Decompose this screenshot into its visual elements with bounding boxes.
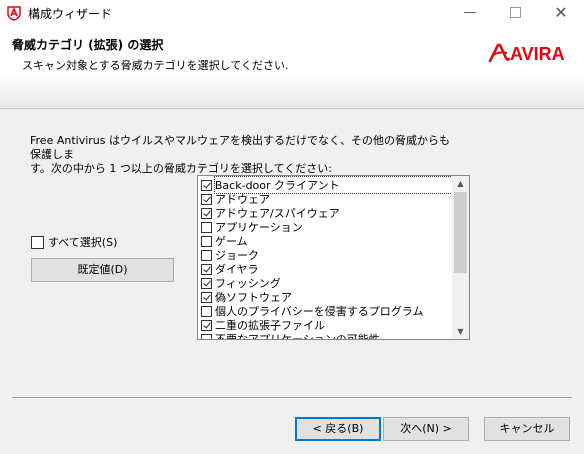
category-checkbox[interactable]	[201, 235, 212, 247]
select-all-checkbox[interactable]: すべて選択(S)	[31, 234, 117, 250]
scroll-down-icon[interactable]: ▼	[452, 324, 469, 339]
category-item[interactable]: ゲーム	[199, 234, 452, 248]
category-checkbox[interactable]	[201, 277, 212, 289]
category-item[interactable]: ジョーク	[199, 248, 452, 262]
threat-category-items: Back-door クライアント アドウェア アドウェア/スパイウェア アプリケーショ…	[199, 176, 454, 340]
category-item[interactable]: ダイヤラ	[199, 262, 452, 276]
category-checkbox[interactable]	[201, 221, 212, 233]
page-title: 脅威カテゴリ (拡張) の選択	[12, 38, 164, 52]
category-item[interactable]: 不要なアプリケーションの可能性	[199, 332, 452, 340]
description: Free Antivirus はウイルスやマルウェアを検出するだけでなく、その他…	[30, 134, 450, 176]
back-button[interactable]: < 戻る(B)	[295, 417, 381, 441]
category-item[interactable]: 偽ソフトウェア	[199, 290, 452, 304]
defaults-button-label: 既定値(D)	[77, 263, 128, 276]
close-button[interactable]: ✕	[538, 0, 584, 26]
category-item[interactable]: フィッシング	[199, 276, 452, 290]
scroll-thumb[interactable]	[454, 192, 467, 273]
category-checkbox[interactable]	[201, 193, 212, 205]
footer-separator	[12, 397, 572, 399]
category-label: 不要なアプリケーションの可能性	[215, 333, 380, 340]
category-item[interactable]: アプリケーション	[199, 220, 452, 234]
category-checkbox[interactable]	[201, 305, 212, 317]
avira-logo: AVIRA	[488, 43, 565, 64]
next-button[interactable]: 次へ(N) >	[383, 417, 469, 441]
close-icon: ✕	[554, 3, 568, 22]
description-line1: Free Antivirus はウイルスやマルウェアを検出するだけでなく、その他…	[30, 134, 450, 161]
title-bar: 構成ウィザード — ✕	[0, 0, 584, 26]
window-title: 構成ウィザード	[28, 7, 113, 21]
category-checkbox[interactable]	[201, 319, 212, 331]
category-checkbox[interactable]	[201, 207, 212, 219]
category-item[interactable]: 二重の拡張子ファイル	[199, 318, 452, 332]
avira-app-icon	[7, 6, 21, 21]
page-subtitle: スキャン対象とする脅威カテゴリを選択してください.	[22, 59, 289, 72]
cancel-button-label: キャンセル	[499, 422, 555, 435]
next-button-label: 次へ(N) >	[400, 422, 452, 435]
category-checkbox[interactable]	[201, 291, 212, 303]
category-item[interactable]: アドウェア/スパイウェア	[199, 206, 452, 220]
minimize-icon: —	[463, 5, 477, 20]
category-checkbox[interactable]	[201, 333, 212, 339]
scroll-up-icon[interactable]: ▲	[452, 176, 469, 191]
threat-category-list[interactable]: Back-door クライアント アドウェア アドウェア/スパイウェア アプリケーショ…	[197, 175, 470, 340]
cancel-button[interactable]: キャンセル	[484, 417, 570, 441]
category-item[interactable]: 個人のプライバシーを侵害するプログラム	[199, 304, 452, 318]
svg-text:AVIRA: AVIRA	[510, 44, 565, 64]
maximize-button[interactable]	[492, 0, 538, 26]
select-all-check-box[interactable]	[31, 235, 44, 249]
defaults-button[interactable]: 既定値(D)	[31, 258, 174, 282]
category-checkbox[interactable]	[201, 179, 212, 191]
back-button-label: < 戻る(B)	[312, 422, 364, 435]
wizard-header: 脅威カテゴリ (拡張) の選択 スキャン対象とする脅威カテゴリを選択してください…	[0, 26, 584, 109]
list-scrollbar[interactable]: ▲ ▼	[452, 176, 469, 339]
category-checkbox[interactable]	[201, 249, 212, 261]
category-item[interactable]: アドウェア	[199, 192, 452, 206]
minimize-button[interactable]: —	[447, 0, 493, 26]
select-all-label: すべて選択(S)	[48, 236, 118, 249]
category-checkbox[interactable]	[201, 263, 212, 275]
maximize-icon	[509, 7, 521, 18]
description-line2: す。次の中から 1 つ以上の脅威カテゴリを選択してください:	[30, 162, 332, 175]
category-item[interactable]: Back-door クライアント	[199, 176, 454, 194]
